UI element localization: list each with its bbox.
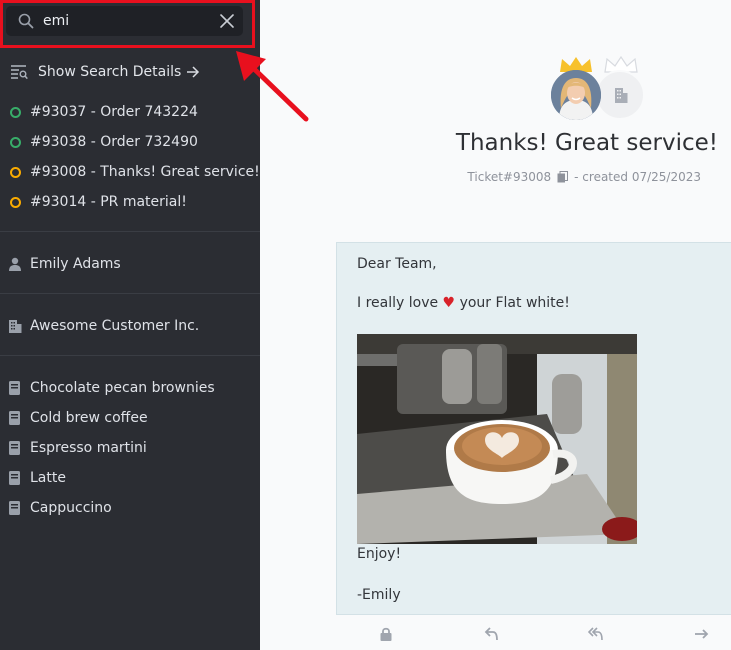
callout-arrow bbox=[236, 51, 309, 122]
ticket-result-93038[interactable]: #93038 - Order 732490 bbox=[10, 132, 198, 152]
ticket-title: Thanks! Great service! bbox=[455, 130, 718, 156]
reply-all-icon[interactable] bbox=[588, 626, 604, 642]
article-text-before: I really love bbox=[357, 295, 439, 311]
book-icon bbox=[9, 441, 20, 455]
divider bbox=[0, 293, 260, 294]
show-search-details-link[interactable]: Show Search Details bbox=[10, 62, 200, 82]
ticket-result-label: #93038 - Order 732490 bbox=[30, 134, 198, 150]
customer-avatar[interactable] bbox=[551, 70, 601, 120]
search-input[interactable] bbox=[43, 9, 208, 33]
kb-result-label: Espresso martini bbox=[30, 440, 147, 456]
kb-result-espresso-martini[interactable]: Espresso martini bbox=[8, 438, 147, 458]
organization-avatar[interactable] bbox=[595, 70, 645, 120]
kb-result-latte[interactable]: Latte bbox=[8, 468, 66, 488]
kb-result-cold-brew-coffee[interactable]: Cold brew coffee bbox=[8, 408, 148, 428]
article-enjoy: Enjoy! bbox=[357, 546, 402, 562]
article-body-line: I really love ♥ your Flat white! bbox=[357, 295, 570, 311]
organization-icon bbox=[615, 88, 628, 103]
kb-result-label: Chocolate pecan brownies bbox=[30, 380, 215, 396]
divider bbox=[0, 231, 260, 232]
arrow-right-icon bbox=[187, 66, 200, 78]
reply-icon[interactable] bbox=[484, 626, 500, 642]
close-icon[interactable] bbox=[219, 13, 235, 29]
article-text-after: your Flat white! bbox=[459, 295, 570, 311]
heart-icon: ♥ bbox=[442, 295, 456, 311]
ticket-result-label: #93008 - Thanks! Great service! bbox=[30, 164, 260, 180]
ticket-result-93037[interactable]: #93037 - Order 743224 bbox=[10, 102, 198, 122]
user-icon bbox=[9, 257, 21, 271]
ticket-result-93014[interactable]: #93014 - PR material! bbox=[10, 192, 187, 212]
ticket-article: Dear Team, I really love ♥ your Flat whi… bbox=[336, 242, 731, 615]
book-icon bbox=[9, 471, 20, 485]
ticket-created: - created 07/25/2023 bbox=[574, 170, 701, 184]
book-icon bbox=[9, 411, 20, 425]
status-open-icon bbox=[10, 136, 21, 148]
search-details-icon bbox=[11, 65, 28, 80]
organization-icon bbox=[9, 320, 22, 333]
status-pending-icon bbox=[10, 196, 21, 208]
book-icon bbox=[9, 501, 20, 515]
show-search-details-label: Show Search Details bbox=[38, 64, 182, 80]
ticket-result-label: #93014 - PR material! bbox=[30, 194, 187, 210]
lock-icon[interactable] bbox=[378, 626, 394, 642]
user-result-emily-adams[interactable]: Emily Adams bbox=[8, 254, 121, 274]
kb-result-label: Cold brew coffee bbox=[30, 410, 148, 426]
article-greeting: Dear Team, bbox=[357, 256, 437, 272]
organization-result[interactable]: Awesome Customer Inc. bbox=[8, 316, 199, 336]
organization-result-label: Awesome Customer Inc. bbox=[30, 318, 200, 334]
kb-result-cappuccino[interactable]: Cappuccino bbox=[8, 498, 112, 518]
kb-result-chocolate-pecan-brownies[interactable]: Chocolate pecan brownies bbox=[8, 378, 215, 398]
coffee-image bbox=[357, 334, 637, 544]
ticket-result-label: #93037 - Order 743224 bbox=[30, 104, 198, 120]
kb-result-label: Cappuccino bbox=[30, 500, 112, 516]
customer-photo bbox=[551, 70, 601, 120]
search-icon bbox=[18, 13, 34, 29]
article-action-bar bbox=[336, 622, 731, 648]
user-result-label: Emily Adams bbox=[30, 256, 121, 272]
status-pending-icon bbox=[10, 166, 21, 178]
article-signature: -Emily bbox=[357, 587, 401, 603]
forward-icon[interactable] bbox=[694, 626, 710, 642]
kb-result-label: Latte bbox=[30, 470, 66, 486]
ticket-result-93008[interactable]: #93008 - Thanks! Great service! bbox=[10, 162, 260, 182]
copy-icon[interactable] bbox=[557, 171, 569, 183]
book-icon bbox=[9, 381, 20, 395]
ticket-meta: Ticket#93008 - created 07/25/2023 bbox=[467, 170, 701, 184]
search-box[interactable] bbox=[6, 6, 243, 36]
sidebar: Show Search Details #93037 - Order 74322… bbox=[0, 0, 260, 650]
ticket-avatars bbox=[549, 56, 649, 120]
divider bbox=[0, 355, 260, 356]
status-open-icon bbox=[10, 106, 21, 118]
ticket-number: Ticket#93008 bbox=[467, 170, 552, 184]
